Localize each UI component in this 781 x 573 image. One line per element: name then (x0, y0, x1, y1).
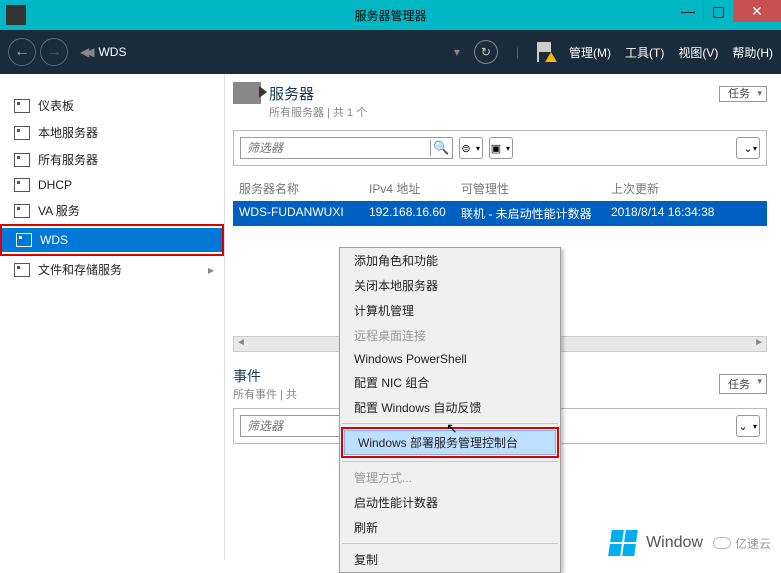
files-icon (14, 263, 30, 277)
cell-name: WDS-FUDANWUXI (239, 205, 369, 222)
table-header: 服务器名称 IPv4 地址 可管理性 上次更新 (233, 176, 767, 201)
sidebar-item-dashboard[interactable]: 仪表板 (0, 92, 224, 119)
refresh-icon[interactable]: ↻ (474, 40, 498, 64)
sidebar-item-files[interactable]: 文件和存储服务 ▸ (0, 256, 224, 283)
filter-tag-button[interactable]: ▣ (489, 137, 513, 159)
col-manage[interactable]: 可管理性 (461, 180, 611, 197)
notifications-flag-icon[interactable] (537, 42, 555, 62)
ctx-refresh[interactable]: 刷新 (340, 515, 560, 540)
chevron-left-icon: ◀◀ (80, 45, 90, 59)
sidebar-item-label: WDS (40, 233, 68, 247)
toolbar: ← → ◀◀ WDS ▾ ↻ | 管理(M) 工具(T) 视图(V) 帮助(H) (0, 30, 781, 74)
ctx-add-roles[interactable]: 添加角色和功能 (340, 248, 560, 273)
sidebar-item-va[interactable]: VA 服务 (0, 197, 224, 224)
sidebar-item-label: 本地服务器 (38, 124, 98, 141)
col-name[interactable]: 服务器名称 (239, 180, 369, 197)
brand-label: WDS (98, 45, 126, 59)
ctx-computer-mgmt[interactable]: 计算机管理 (340, 298, 560, 323)
filter-input[interactable] (241, 141, 430, 155)
watermark-label: 亿速云 (735, 535, 771, 552)
dashboard-icon (14, 99, 30, 113)
servers-icon (14, 153, 30, 167)
titlebar: 服务器管理器 — ▢ ✕ (0, 0, 781, 30)
dhcp-icon (14, 178, 30, 192)
separator (342, 543, 558, 544)
sidebar-item-label: 所有服务器 (38, 151, 98, 168)
va-icon (14, 204, 30, 218)
col-updated[interactable]: 上次更新 (611, 180, 761, 197)
cell-updated: 2018/8/14 16:34:38 (611, 205, 761, 222)
watermark: 亿速云 (713, 535, 771, 552)
events-subtitle: 所有事件 | 共 (233, 386, 297, 402)
breadcrumb[interactable]: ◀◀ WDS (80, 45, 126, 59)
cursor-icon: ↖ (446, 420, 458, 437)
sidebar-item-label: DHCP (38, 178, 72, 192)
sidebar-item-label: 仪表板 (38, 97, 74, 114)
events-expand-button[interactable]: ⌄ (736, 415, 760, 437)
servers-panel-subtitle: 所有服务器 | 共 1 个 (269, 104, 767, 120)
expand-button[interactable]: ⌄ (736, 137, 760, 159)
close-button[interactable]: ✕ (733, 0, 781, 22)
search-icon[interactable]: 🔍 (430, 140, 452, 156)
menu-manage[interactable]: 管理(M) (569, 44, 611, 61)
ctx-nic-teaming[interactable]: 配置 NIC 组合 (340, 370, 560, 395)
ctx-windows-feedback[interactable]: 配置 Windows 自动反馈 (340, 395, 560, 420)
footer-win-label: Window (646, 534, 703, 552)
ctx-shutdown[interactable]: 关闭本地服务器 (340, 273, 560, 298)
windows-logo-icon (608, 530, 638, 556)
footer: Window 亿速云 (600, 526, 781, 560)
maximize-button[interactable]: ▢ (703, 0, 733, 22)
menu-help[interactable]: 帮助(H) (732, 44, 773, 61)
ctx-powershell[interactable]: Windows PowerShell (340, 348, 560, 370)
tasks-button[interactable]: 任务 (719, 86, 767, 102)
col-ip[interactable]: IPv4 地址 (369, 180, 461, 197)
sidebar-item-local-server[interactable]: 本地服务器 (0, 119, 224, 146)
sidebar-item-all-servers[interactable]: 所有服务器 (0, 146, 224, 173)
menu-view[interactable]: 视图(V) (678, 44, 718, 61)
sidebar-item-wds[interactable]: WDS (2, 228, 222, 252)
ctx-remote-desktop: 远程桌面连接 (340, 323, 560, 348)
events-title: 事件 (233, 366, 297, 386)
filter-options-button[interactable]: ⊜ (459, 137, 483, 159)
cloud-icon (713, 537, 731, 549)
filter-box: 🔍 (240, 137, 453, 159)
forward-button[interactable]: → (40, 38, 68, 66)
menu-tools[interactable]: 工具(T) (625, 44, 664, 61)
ctx-manage-as: 管理方式... (340, 465, 560, 490)
app-icon (6, 5, 26, 25)
separator (342, 461, 558, 462)
warning-icon (545, 52, 557, 62)
servers-panel-title: 服务器 (269, 83, 314, 104)
servers-panel-icon (233, 82, 261, 104)
window-title: 服务器管理器 (354, 7, 426, 24)
back-button[interactable]: ← (8, 38, 36, 66)
cell-manage: 联机 - 未启动性能计数器 (461, 205, 611, 222)
minimize-button[interactable]: — (673, 0, 703, 22)
filter-row: 🔍 ⊜ ▣ ⌄ (233, 130, 767, 166)
table-row[interactable]: WDS-FUDANWUXI 192.168.16.60 联机 - 未启动性能计数… (233, 201, 767, 226)
ctx-start-perf[interactable]: 启动性能计数器 (340, 490, 560, 515)
sidebar-item-label: 文件和存储服务 (38, 261, 122, 278)
context-menu: 添加角色和功能 关闭本地服务器 计算机管理 远程桌面连接 Windows Pow… (339, 247, 561, 573)
cell-ip: 192.168.16.60 (369, 205, 461, 222)
server-icon (14, 126, 30, 140)
wds-icon (16, 233, 32, 247)
sidebar-item-label: VA 服务 (38, 202, 80, 219)
sidebar: 仪表板 本地服务器 所有服务器 DHCP VA 服务 WDS 文件和存储服务 ▸ (0, 74, 225, 560)
chevron-right-icon: ▸ (208, 263, 214, 277)
sidebar-item-dhcp[interactable]: DHCP (0, 173, 224, 197)
events-tasks-button[interactable]: 任务 (719, 374, 767, 394)
